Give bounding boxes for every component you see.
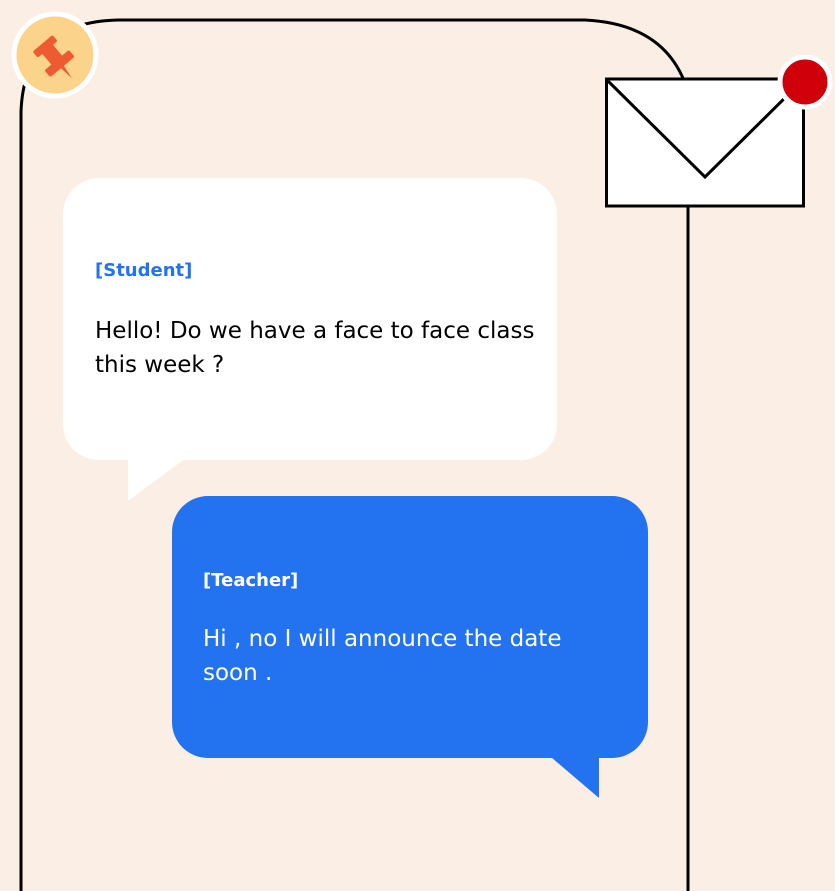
teacher-message-bubble: [Teacher] Hi , no I will announce the da… — [172, 496, 648, 758]
teacher-message-text: Hi , no I will announce the date soon . — [203, 626, 562, 686]
pushpin-icon — [11, 11, 99, 99]
student-message-text: Hello! Do we have a face to face class t… — [95, 318, 535, 378]
student-bubble-tail — [128, 455, 190, 501]
student-sender-label: [Student] — [95, 260, 193, 281]
student-message-bubble: [Student] Hello! Do we have a face to fa… — [63, 178, 557, 460]
teacher-sender-label: [Teacher] — [203, 570, 299, 591]
teacher-bubble-tail — [545, 752, 599, 798]
envelope-icon[interactable] — [605, 55, 835, 210]
notification-dot — [777, 55, 833, 110]
